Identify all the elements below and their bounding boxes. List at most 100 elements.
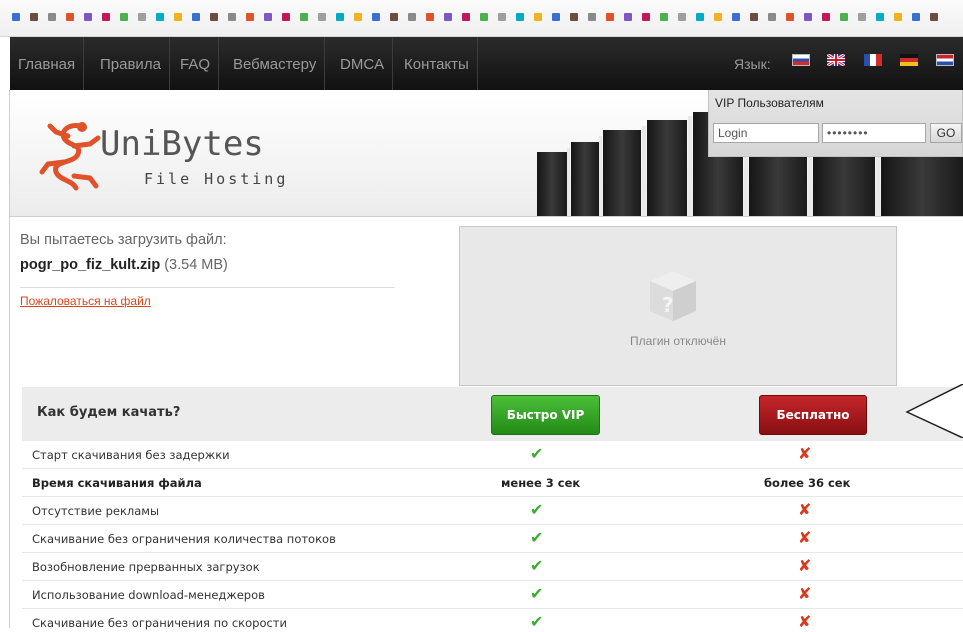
toolbar-icon[interactable] xyxy=(786,13,794,21)
toolbar-icon[interactable] xyxy=(696,13,704,21)
logo-name[interactable]: UniBytes xyxy=(100,124,264,164)
nav-item-home[interactable]: Главная xyxy=(10,37,85,90)
nav-item-faq[interactable]: FAQ xyxy=(172,37,220,90)
toolbar-icon[interactable] xyxy=(30,13,38,21)
toolbar-icon-strip xyxy=(0,0,963,37)
uk-flag-icon[interactable] xyxy=(827,54,845,66)
toolbar-icon[interactable] xyxy=(858,13,866,21)
toolbar-icon[interactable] xyxy=(120,13,128,21)
top-navigation: Главная Правила FAQ Вебмастеру DMCA Конт… xyxy=(10,37,963,90)
toolbar-icon[interactable] xyxy=(480,13,488,21)
toolbar-icon[interactable] xyxy=(246,13,254,21)
cross-icon: ✘ xyxy=(798,556,812,575)
toolbar-icon[interactable] xyxy=(372,13,380,21)
toolbar-icon[interactable] xyxy=(498,13,506,21)
table-row: Время скачивания файла менее 3 сек более… xyxy=(22,469,963,497)
toolbar-icon[interactable] xyxy=(678,13,686,21)
table-row: Скачивание без ограничения количества по… xyxy=(22,525,963,553)
toolbar-icon[interactable] xyxy=(588,13,596,21)
vip-download-time: менее 3 сек xyxy=(501,476,581,490)
toolbar-icon[interactable] xyxy=(804,13,812,21)
callout-pointer xyxy=(905,384,963,438)
toolbar-icon[interactable] xyxy=(912,13,920,21)
toolbar-icon[interactable] xyxy=(516,13,524,21)
toolbar-icon[interactable] xyxy=(408,13,416,21)
vip-download-button[interactable]: Быстро VIP xyxy=(491,395,600,435)
toolbar-icon[interactable] xyxy=(210,13,218,21)
toolbar-icon[interactable] xyxy=(768,13,776,21)
toolbar-icon[interactable] xyxy=(894,13,902,21)
file-intro-text: Вы пытаетесь загрузить файл: xyxy=(20,232,227,248)
plugin-missing-icon: ? xyxy=(650,271,696,321)
toolbar-icon[interactable] xyxy=(462,13,470,21)
file-info: pogr_po_fiz_kult.zip (3.54 MB) xyxy=(20,257,228,273)
table-row: Скачивание без ограничения по скорости ✔… xyxy=(22,609,963,631)
toolbar-icon[interactable] xyxy=(264,13,272,21)
toolbar-icon[interactable] xyxy=(876,13,884,21)
toolbar-icon[interactable] xyxy=(66,13,74,21)
french-flag-icon[interactable] xyxy=(864,54,882,66)
toolbar-icon[interactable] xyxy=(534,13,542,21)
toolbar-icon[interactable] xyxy=(624,13,632,21)
toolbar-icon[interactable] xyxy=(750,13,758,21)
feature-name: Скачивание без ограничения количества по… xyxy=(32,532,336,546)
go-button[interactable]: GO xyxy=(930,123,962,143)
toolbar-icon[interactable] xyxy=(642,13,650,21)
download-choice-row: Как будем качать? Быстро VIP Бесплатно xyxy=(22,387,963,441)
nav-item-rules[interactable]: Правила xyxy=(92,37,170,90)
file-divider xyxy=(20,287,395,288)
feature-name: Старт скачивания без задержки xyxy=(32,448,230,462)
toolbar-icon[interactable] xyxy=(606,13,614,21)
toolbar-icon[interactable] xyxy=(390,13,398,21)
toolbar-icon[interactable] xyxy=(282,13,290,21)
toolbar-icon[interactable] xyxy=(156,13,164,21)
password-input[interactable] xyxy=(822,123,926,143)
toolbar-icon[interactable] xyxy=(930,13,938,21)
svg-text:?: ? xyxy=(662,293,674,317)
toolbar-icon[interactable] xyxy=(426,13,434,21)
toolbar-icon[interactable] xyxy=(714,13,722,21)
feature-name: Возобновление прерванных загрузок xyxy=(32,560,260,574)
toolbar-icon[interactable] xyxy=(570,13,578,21)
free-download-button[interactable]: Бесплатно xyxy=(759,395,867,435)
vip-login-box: VIP Пользователям GO xyxy=(708,90,963,157)
table-row: Старт скачивания без задержки ✔ ✘ xyxy=(22,441,963,469)
toolbar-icon[interactable] xyxy=(444,13,452,21)
table-row: Использование download-менеджеров ✔ ✘ xyxy=(22,581,963,609)
german-flag-icon[interactable] xyxy=(900,54,918,66)
toolbar-icon[interactable] xyxy=(138,13,146,21)
check-icon: ✔ xyxy=(530,528,544,547)
toolbar-icon[interactable] xyxy=(192,13,200,21)
page-left-border xyxy=(9,90,10,628)
toolbar-icon[interactable] xyxy=(552,13,560,21)
toolbar-icon[interactable] xyxy=(300,13,308,21)
toolbar-icon[interactable] xyxy=(102,13,110,21)
toolbar-icon[interactable] xyxy=(318,13,326,21)
complain-link[interactable]: Пожаловаться на файл xyxy=(20,294,151,308)
nav-item-dmca[interactable]: DMCA xyxy=(332,37,394,90)
toolbar-icon[interactable] xyxy=(84,13,92,21)
toolbar-icon[interactable] xyxy=(354,13,362,21)
file-size: (3.54 MB) xyxy=(164,257,228,273)
dutch-flag-icon[interactable] xyxy=(936,54,954,66)
toolbar-icon[interactable] xyxy=(822,13,830,21)
nav-item-webmaster[interactable]: Вебмастеру xyxy=(225,37,326,90)
russian-flag-icon[interactable] xyxy=(792,54,810,66)
cross-icon: ✘ xyxy=(798,444,812,463)
toolbar-icon[interactable] xyxy=(660,13,668,21)
toolbar-icon[interactable] xyxy=(336,13,344,21)
plugin-placeholder[interactable]: ? Плагин отключён xyxy=(459,226,897,386)
toolbar-icon[interactable] xyxy=(174,13,182,21)
toolbar-icon[interactable] xyxy=(840,13,848,21)
toolbar-icon[interactable] xyxy=(48,13,56,21)
table-row: Отсутствие рекламы ✔ ✘ xyxy=(22,497,963,525)
check-icon: ✔ xyxy=(530,584,544,603)
toolbar-icon[interactable] xyxy=(228,13,236,21)
check-icon: ✔ xyxy=(530,444,544,463)
nav-item-contacts[interactable]: Контакты xyxy=(396,37,478,90)
cross-icon: ✘ xyxy=(798,528,812,547)
lizard-logo-icon[interactable] xyxy=(34,118,104,193)
toolbar-icon[interactable] xyxy=(12,13,20,21)
login-input[interactable] xyxy=(713,123,819,143)
toolbar-icon[interactable] xyxy=(732,13,740,21)
